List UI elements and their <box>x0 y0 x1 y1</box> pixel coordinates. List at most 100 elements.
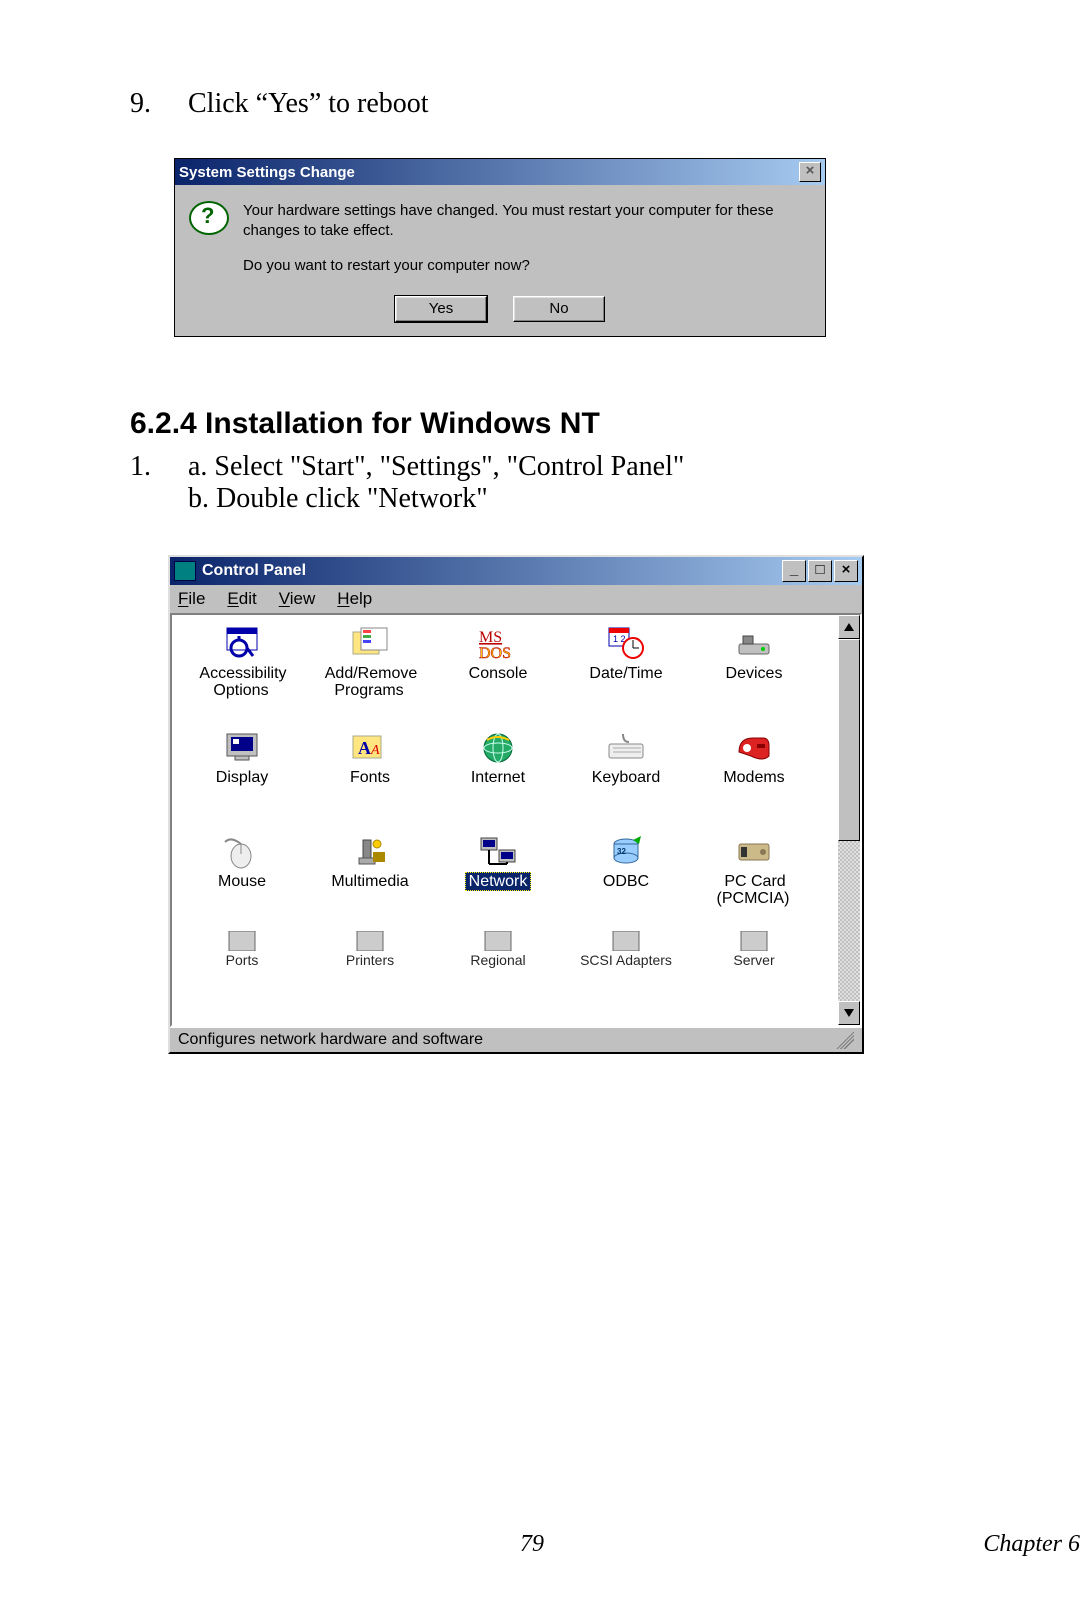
cp-item-date-time[interactable]: 1 2 Date/Time <box>562 621 690 725</box>
cp-item-label: AccessibilityOptions <box>193 665 290 700</box>
date-time-icon: 1 2 <box>604 625 648 663</box>
keyboard-icon <box>604 729 648 767</box>
cp-item-label: Server <box>729 953 778 968</box>
devices-icon <box>732 625 776 663</box>
cp-item-add-remove-programs[interactable]: Add/RemovePrograms <box>306 621 434 725</box>
svg-text:A: A <box>370 743 380 758</box>
internet-icon <box>476 729 520 767</box>
display-icon <box>220 729 264 767</box>
section-heading: 6.2.4 Installation for Windows NT <box>130 407 960 441</box>
step-1a: a. Select "Start", "Settings", "Control … <box>188 451 684 483</box>
cp-item-label: ODBC <box>597 873 655 891</box>
cp-item-regional[interactable]: Regional <box>434 927 562 977</box>
no-button[interactable]: No <box>513 296 605 322</box>
cp-item-server[interactable]: Server <box>690 927 818 977</box>
cp-item-ports[interactable]: Ports <box>178 927 306 977</box>
mouse-icon <box>220 833 264 871</box>
svg-text:A: A <box>358 738 371 758</box>
status-bar-text: Configures network hardware and software <box>178 1031 483 1049</box>
control-panel-title: Control Panel <box>202 562 306 580</box>
cp-item-multimedia[interactable]: Multimedia <box>306 829 434 933</box>
console-icon: MSDOS <box>476 625 520 663</box>
scroll-down-icon[interactable] <box>838 1001 860 1025</box>
step-1b: b. Double click "Network" <box>188 483 684 515</box>
modems-icon <box>732 729 776 767</box>
pc-card-icon <box>732 833 776 871</box>
scroll-up-icon[interactable] <box>838 615 860 639</box>
cp-item-label: Devices <box>720 665 789 683</box>
svg-text:32: 32 <box>617 847 626 856</box>
cp-item-scsi-adapters[interactable]: SCSI Adapters <box>562 927 690 977</box>
cp-item-label: Display <box>210 769 274 787</box>
multimedia-icon <box>348 833 392 871</box>
cp-item-label: Printers <box>342 953 398 968</box>
cp-item-label: Fonts <box>344 769 396 787</box>
maximize-icon[interactable]: □ <box>808 560 832 582</box>
menu-bar: File Edit View Help <box>170 585 862 613</box>
cp-item-label: Regional <box>466 953 529 968</box>
dialog-title: System Settings Change <box>179 164 355 181</box>
step-9-text: Click “Yes” to reboot <box>188 88 429 120</box>
step-1: 1. a. Select "Start", "Settings", "Contr… <box>130 451 960 515</box>
svg-text:DOS: DOS <box>479 645 511 662</box>
system-settings-change-dialog: System Settings Change × ? Your hardware… <box>174 158 826 337</box>
cp-item-label: Date/Time <box>583 665 668 683</box>
network-icon <box>476 833 520 871</box>
close-icon[interactable]: × <box>834 560 858 582</box>
resize-grip-icon[interactable] <box>836 1031 854 1049</box>
cp-item-keyboard[interactable]: Keyboard <box>562 725 690 829</box>
yes-button[interactable]: Yes <box>395 296 487 322</box>
cp-item-pc-card[interactable]: PC Card(PCMCIA) <box>690 829 818 933</box>
regional-icon <box>476 931 520 951</box>
dialog-message-1: Your hardware settings have changed. You… <box>243 201 811 242</box>
cp-item-odbc[interactable]: 32 ODBC <box>562 829 690 933</box>
cp-item-label: Internet <box>465 769 531 787</box>
cp-item-label: Console <box>463 665 534 683</box>
step-1-number: 1. <box>130 451 188 515</box>
page-number: 79 <box>520 1531 544 1558</box>
close-icon[interactable]: × <box>799 162 821 182</box>
minimize-icon[interactable]: _ <box>782 560 806 582</box>
add-remove-programs-icon <box>348 625 392 663</box>
control-panel-titlebar-icon <box>174 561 196 581</box>
accessibility-options-icon <box>220 625 264 663</box>
vertical-scrollbar[interactable] <box>836 615 860 1025</box>
cp-item-internet[interactable]: Internet <box>434 725 562 829</box>
dialog-titlebar[interactable]: System Settings Change × <box>175 159 825 185</box>
cp-item-label: Multimedia <box>325 873 414 891</box>
server-icon <box>732 931 776 951</box>
dialog-message-2: Do you want to restart your computer now… <box>243 256 811 276</box>
control-panel-titlebar[interactable]: Control Panel _ □ × <box>170 557 862 585</box>
page-footer: 79 Chapter 6 <box>0 1531 1080 1558</box>
cp-item-printers[interactable]: Printers <box>306 927 434 977</box>
menu-help[interactable]: Help <box>337 589 372 609</box>
question-icon: ? <box>189 201 229 241</box>
cp-item-devices[interactable]: Devices <box>690 621 818 725</box>
svg-text:MS: MS <box>479 629 502 646</box>
menu-view[interactable]: View <box>279 589 316 609</box>
cp-item-label: Modems <box>717 769 790 787</box>
menu-file[interactable]: File <box>178 589 205 609</box>
cp-item-accessibility-options[interactable]: AccessibilityOptions <box>178 621 306 725</box>
scrollbar-thumb[interactable] <box>838 639 860 841</box>
control-panel-window: Control Panel _ □ × File Edit View Help … <box>168 555 864 1054</box>
cp-item-label: Ports <box>222 953 263 968</box>
step-9: 9. Click “Yes” to reboot <box>130 88 960 120</box>
cp-item-fonts[interactable]: AA Fonts <box>306 725 434 829</box>
cp-item-console[interactable]: MSDOS Console <box>434 621 562 725</box>
cp-item-mouse[interactable]: Mouse <box>178 829 306 933</box>
cp-item-network[interactable]: Network <box>434 829 562 933</box>
cp-item-label: Add/RemovePrograms <box>319 665 422 700</box>
odbc-icon: 32 <box>604 833 648 871</box>
cp-item-label: Keyboard <box>586 769 667 787</box>
menu-edit[interactable]: Edit <box>227 589 256 609</box>
chapter-label: Chapter 6 <box>983 1531 1080 1558</box>
printers-icon <box>348 931 392 951</box>
cp-item-modems[interactable]: Modems <box>690 725 818 829</box>
fonts-icon: AA <box>348 729 392 767</box>
step-9-number: 9. <box>130 88 188 120</box>
cp-item-label: Mouse <box>212 873 272 891</box>
cp-item-display[interactable]: Display <box>178 725 306 829</box>
scsi-adapters-icon <box>604 931 648 951</box>
cp-item-label: PC Card(PCMCIA) <box>713 873 796 908</box>
